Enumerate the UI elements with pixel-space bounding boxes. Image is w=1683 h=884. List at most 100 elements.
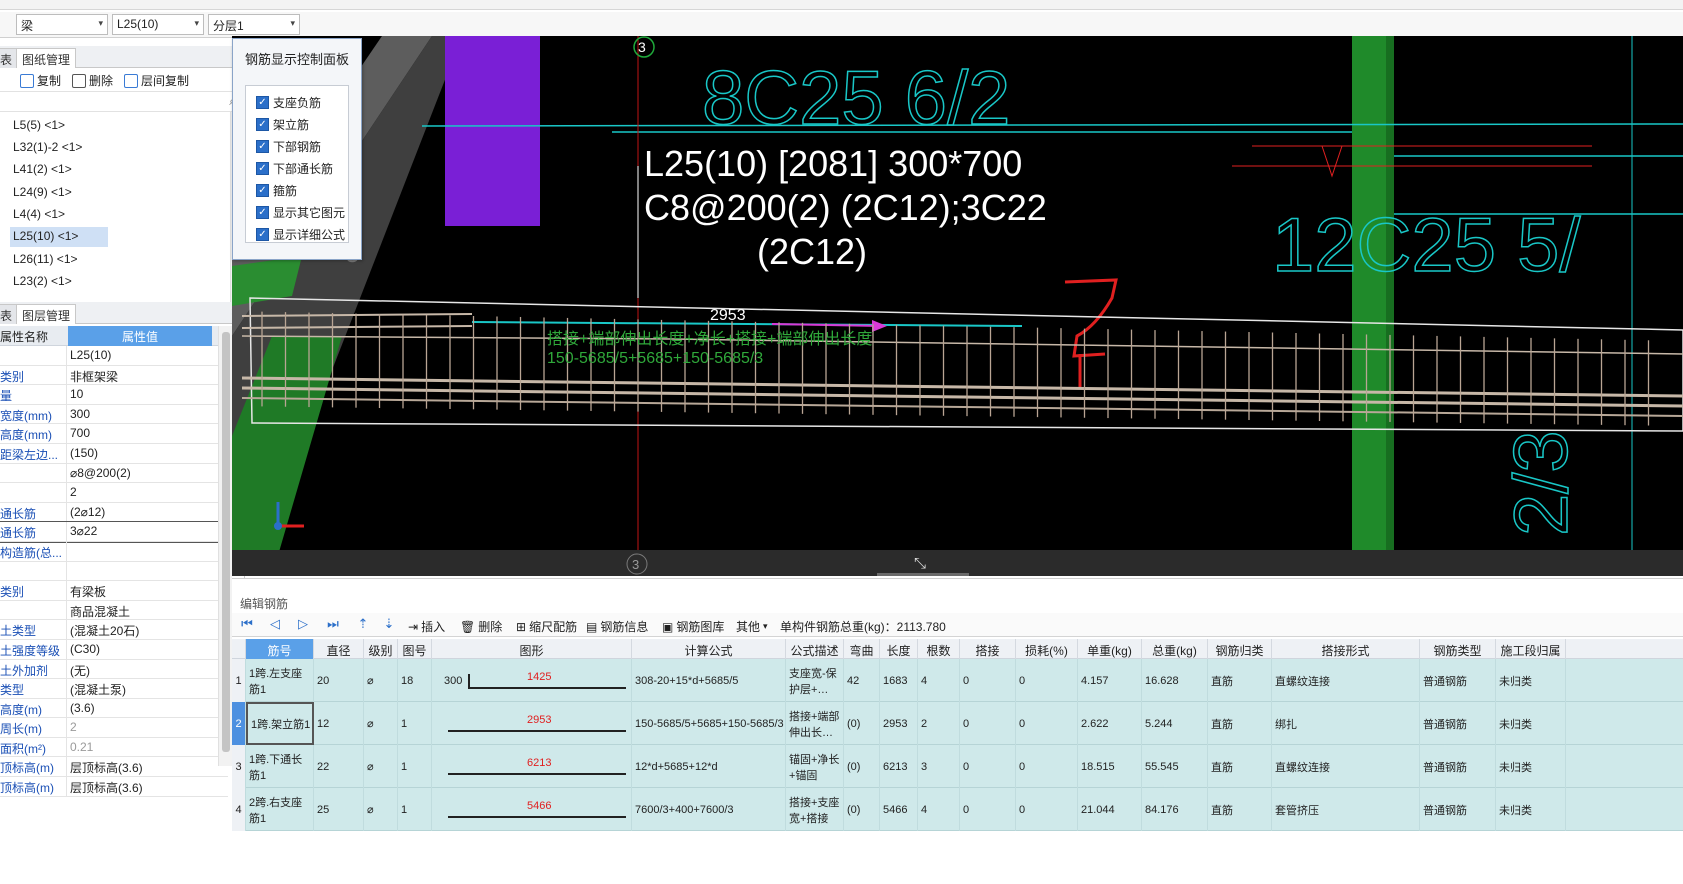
cell-dia[interactable]: 20 (314, 659, 364, 702)
column-header[interactable]: 总重(kg) (1142, 639, 1208, 659)
property-value[interactable]: (无) (68, 660, 212, 679)
property-row[interactable]: 类型 (混凝土泵) (0, 679, 228, 699)
cell-cls[interactable]: 直筋 (1208, 788, 1272, 831)
cell-total-w[interactable]: 5.244 (1142, 702, 1208, 745)
cell-desc[interactable]: 支座宽-保护层+… (786, 659, 844, 702)
rebar-shape-cell[interactable]: 5466 (432, 788, 632, 831)
column-header[interactable]: 钢筋类型 (1420, 639, 1496, 659)
list-item[interactable]: L32(1)-2 <1> (10, 138, 85, 158)
move-up-icon[interactable]: ⇡ (356, 617, 370, 631)
cell-formula[interactable]: 308-20+15*d+5685/5 (632, 659, 786, 702)
option-bottom[interactable]: ✓ 下部钢筋 (256, 136, 321, 157)
cell-count[interactable]: 4 (918, 659, 960, 702)
collapse-icon[interactable]: ⤡ (914, 555, 926, 572)
property-row[interactable]: 高度(mm) 700 (0, 424, 228, 444)
property-row[interactable]: 距梁左边... (150) (0, 443, 228, 464)
checkbox-checked[interactable]: ✓ (256, 228, 269, 241)
tab-layer-manager[interactable]: 图层管理 (16, 304, 77, 324)
cell-name[interactable]: 1跨.左支座筋1 (246, 659, 314, 702)
property-value[interactable]: 商品混凝土 (68, 601, 212, 620)
column-header[interactable]: 单重(kg) (1078, 639, 1142, 659)
cell-loss[interactable]: 0 (1016, 702, 1078, 745)
checkbox-checked[interactable]: ✓ (256, 184, 269, 197)
rebar-shape-cell[interactable]: 300 1425 (432, 659, 632, 702)
table-row[interactable]: 1 1跨.左支座筋1 20 ⌀ 18 300 1425 308-20+15*d+5685/5 支… (232, 659, 1683, 702)
cell-cls[interactable]: 直筋 (1208, 745, 1272, 788)
list-item[interactable]: L23(2) <1> (10, 272, 75, 292)
cell-lap-type[interactable]: 直螺纹连接 (1272, 745, 1420, 788)
row-index[interactable]: 3 (232, 745, 246, 788)
option-other[interactable]: ✓ 显示其它图元 (256, 202, 345, 223)
cell-name[interactable]: 1跨.下通长筋1 (246, 745, 314, 788)
property-row[interactable]: ⌀8@200(2) (0, 463, 228, 484)
column-header[interactable]: 施工段归属 (1496, 639, 1566, 659)
next-icon[interactable]: ▷ (296, 617, 310, 631)
property-value[interactable] (68, 562, 212, 581)
cell-bend[interactable]: 42 (844, 659, 880, 702)
cell-rtype[interactable]: 普通钢筋 (1420, 788, 1496, 831)
checkbox-checked[interactable]: ✓ (256, 162, 269, 175)
property-value[interactable]: ⌀8@200(2) (68, 464, 212, 483)
property-row[interactable]: 顶标高(m) 层顶标高(3.6) (0, 777, 228, 797)
property-value[interactable] (68, 542, 212, 561)
cell-unit-w[interactable]: 4.157 (1078, 659, 1142, 702)
property-row[interactable]: 宽度(mm) 300 (0, 404, 228, 425)
property-row[interactable]: 土外加剂 (无) (0, 659, 228, 680)
cell-count[interactable]: 2 (918, 702, 960, 745)
property-value[interactable]: (3.6) (68, 699, 212, 718)
checkbox-checked[interactable]: ✓ (256, 140, 269, 153)
cell-grade[interactable]: ⌀ (364, 659, 398, 702)
cell-loss[interactable]: 0 (1016, 659, 1078, 702)
cell-bend[interactable]: (0) (844, 745, 880, 788)
cell-dia[interactable]: 25 (314, 788, 364, 831)
column-header[interactable]: 损耗(%) (1016, 639, 1078, 659)
cell-desc[interactable]: 锚固+净长+锚固 (786, 745, 844, 788)
option-support-neg[interactable]: ✓ 支座负筋 (256, 92, 321, 113)
column-header[interactable]: 直径(mm) (314, 639, 364, 673)
tab-drawings[interactable]: 图纸管理 (16, 48, 77, 68)
search-input[interactable]: ⌕ (0, 92, 244, 112)
rebar-library-button[interactable]: ▣ 钢筋图库 (662, 618, 724, 635)
row-index[interactable]: 2 (232, 702, 246, 745)
cell-bend[interactable]: (0) (844, 788, 880, 831)
cell-lap[interactable]: 0 (960, 702, 1016, 745)
column-header[interactable]: 计算公式 (632, 639, 786, 659)
cell-loss[interactable]: 0 (1016, 788, 1078, 831)
cell-unit-w[interactable]: 21.044 (1078, 788, 1142, 831)
cell-length[interactable]: 5466 (880, 788, 918, 831)
rebar-info-button[interactable]: ▤ 钢筋信息 (586, 618, 648, 635)
option-stirrup[interactable]: ✓ 箍筋 (256, 180, 297, 201)
list-item[interactable]: L5(5) <1> (10, 116, 68, 136)
type-select[interactable]: 梁 ▾ (16, 14, 108, 35)
column-header[interactable]: 图号 (398, 639, 432, 659)
cell-total-w[interactable]: 16.628 (1142, 659, 1208, 702)
cell-unit-w[interactable]: 2.622 (1078, 702, 1142, 745)
column-header[interactable]: 级别 (364, 639, 398, 659)
cell-seg[interactable]: 未归类 (1496, 745, 1566, 788)
shape-length[interactable]: 5466 (527, 800, 551, 812)
list-item[interactable]: L24(9) <1> (10, 183, 75, 203)
column-header[interactable]: 钢筋归类 (1208, 639, 1272, 659)
property-row[interactable]: 类别 有梁板 (0, 581, 228, 601)
property-value[interactable]: 层顶标高(3.6) (68, 777, 212, 796)
checkbox-checked[interactable]: ✓ (256, 118, 269, 131)
cell-fig[interactable]: 18 (398, 659, 432, 702)
layer-select[interactable]: 分层1 ▾ (208, 14, 300, 35)
cell-lap-type[interactable]: 绑扎 (1272, 702, 1420, 745)
shape-length[interactable]: 2953 (527, 714, 551, 726)
list-item[interactable]: L41(2) <1> (10, 160, 75, 180)
cell-lap[interactable]: 0 (960, 788, 1016, 831)
row-index[interactable]: 1 (232, 659, 246, 702)
property-value[interactable]: 非框架梁 (68, 366, 212, 385)
cell-count[interactable]: 3 (918, 745, 960, 788)
splitter-handle[interactable] (877, 573, 969, 576)
drawing-viewport[interactable]: 8C25 6/2 12C25 5/ 2/3 3 2953 搭接+端部伸出长度+净… (232, 36, 1683, 576)
cell-desc[interactable]: 搭接+端部伸出长… (786, 702, 844, 745)
delete-rebar-button[interactable]: 🗑 删除 (460, 618, 502, 635)
column-header[interactable]: 弯曲调整 (844, 639, 880, 675)
copy-button[interactable]: 复制 (20, 72, 61, 89)
shape-length[interactable]: 6213 (527, 757, 551, 769)
property-value[interactable]: 300 (68, 405, 212, 424)
cell-length[interactable]: 2953 (880, 702, 918, 745)
rebar-shape-cell[interactable]: 6213 (432, 745, 632, 788)
